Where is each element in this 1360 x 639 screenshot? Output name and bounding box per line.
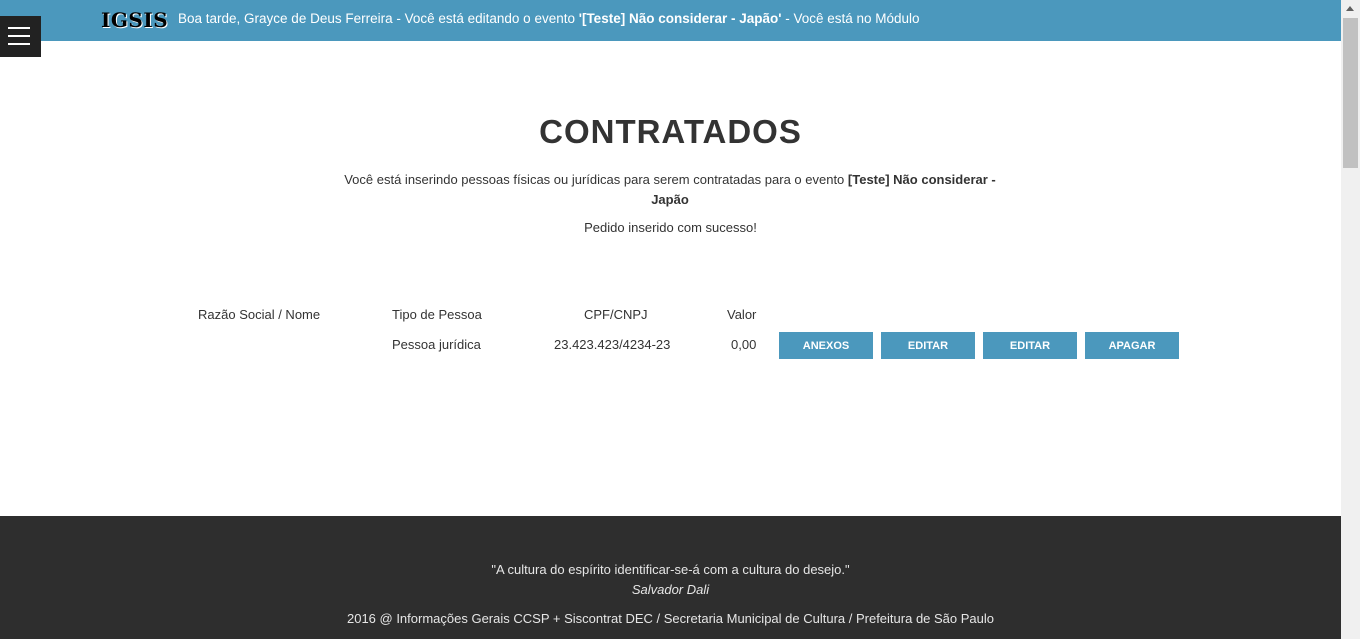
greeting-text: Boa tarde, Grayce de Deus Ferreira - Voc… [178,11,920,26]
menu-line [8,43,30,45]
greeting-prefix: Boa tarde, Grayce de Deus Ferreira - Voc… [178,11,579,26]
greeting-event-name: '[Teste] Não considerar - Japão' [578,11,782,26]
editar-pedido-button[interactable]: EDITAR PEDIDO [983,332,1077,379]
anexos-button[interactable]: ANEXOS [779,332,873,359]
footer-quote-author: Salvador Dali [631,582,710,597]
scrollbar-thumb[interactable] [1343,18,1358,168]
menu-line [8,27,30,29]
greeting-suffix: - Você está no Módulo [781,11,920,26]
apagar-pedido-button[interactable]: APAGAR PEDIDO [1085,332,1179,379]
scroll-up-arrow-icon[interactable] [1341,0,1360,17]
app-logo[interactable]: IGSIS [101,8,168,32]
header-valor: Valor [727,307,757,322]
cell-valor: 0,00 [731,337,757,352]
hamburger-menu-icon[interactable] [0,16,41,57]
success-message: Pedido inserido com sucesso! [584,220,757,235]
intro-text: Você está inserindo pessoas físicas ou j… [335,170,1005,210]
header-cpf-cnpj: CPF/CNPJ [584,307,648,322]
menu-line [8,35,30,37]
vertical-scrollbar[interactable] [1341,0,1360,639]
header-tipo-pessoa: Tipo de Pessoa [392,307,482,322]
intro-text-body: Você está inserindo pessoas físicas ou j… [344,172,848,187]
top-bar: IGSIS Boa tarde, Grayce de Deus Ferreira… [0,0,1341,41]
footer-quote: "A cultura do espírito identificar-se-á … [491,562,850,577]
header-razao-social: Razão Social / Nome [198,307,321,322]
page: IGSIS Boa tarde, Grayce de Deus Ferreira… [0,0,1341,639]
footer: "A cultura do espírito identificar-se-á … [0,516,1341,639]
footer-copyright: 2016 @ Informações Gerais CCSP + Siscont… [346,611,995,626]
cell-tipo-pessoa: Pessoa jurídica [392,337,481,352]
cell-cpf-cnpj: 23.423.423/4234-23 [554,337,671,352]
page-title: CONTRATADOS [539,113,802,150]
editar-pessoa-button[interactable]: EDITAR PESSOA [881,332,975,379]
